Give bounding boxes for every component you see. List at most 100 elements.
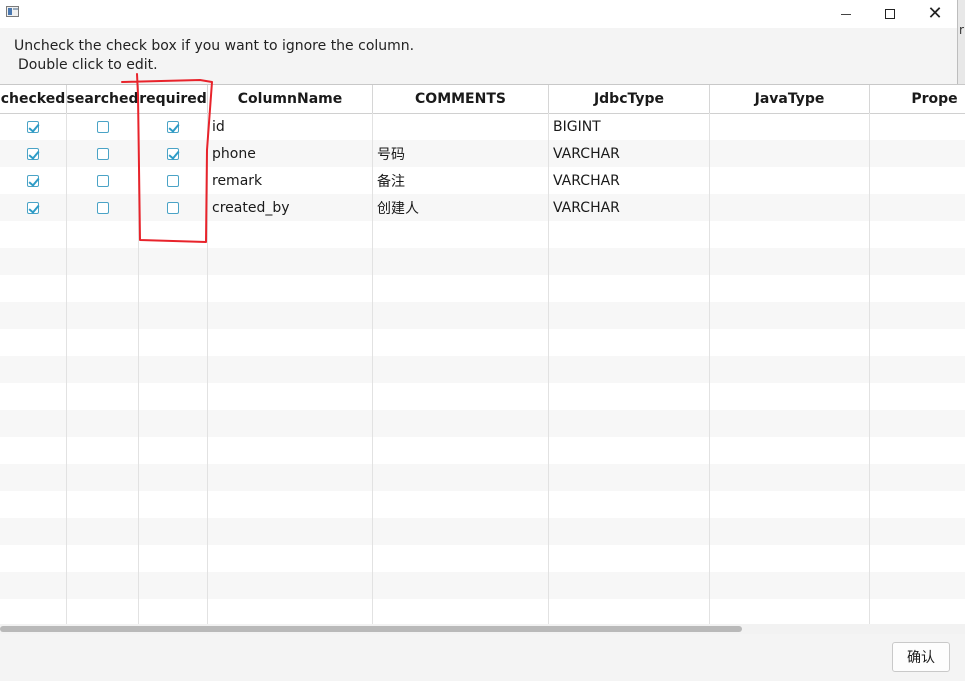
confirm-button[interactable]: 确认 (892, 642, 950, 672)
empty-table-row (0, 545, 965, 572)
cell-column-name[interactable]: id (208, 113, 373, 140)
instruction-line-1: Uncheck the check box if you want to ign… (14, 38, 415, 54)
cell-required (139, 437, 208, 464)
cell-java-type (710, 410, 870, 437)
empty-table-row (0, 383, 965, 410)
cell-column-name (208, 437, 373, 464)
header-jdbc-type[interactable]: JdbcType (549, 85, 710, 113)
required-checkbox[interactable] (167, 147, 179, 160)
cell-jdbc-type[interactable]: BIGINT (549, 113, 710, 140)
cell-column-name[interactable]: phone (208, 140, 373, 167)
cell-column-name[interactable]: remark (208, 167, 373, 194)
cell-java-type[interactable] (710, 167, 870, 194)
cell-column-name (208, 383, 373, 410)
empty-table-row (0, 464, 965, 491)
empty-table-row (0, 329, 965, 356)
cell-jdbc-type (549, 248, 710, 275)
cell-checked (0, 599, 67, 625)
cell-required (139, 221, 208, 248)
checked-checkbox[interactable] (27, 120, 39, 133)
header-checked[interactable]: checked (0, 85, 67, 113)
cell-required (139, 545, 208, 572)
cell-property (870, 221, 965, 248)
cell-checked (0, 221, 67, 248)
cell-comments[interactable]: 创建人 (373, 194, 549, 221)
cell-comments (373, 221, 549, 248)
cell-java-type[interactable] (710, 113, 870, 140)
checked-checkbox[interactable] (27, 174, 39, 187)
cell-java-type[interactable] (710, 140, 870, 167)
cell-comments (373, 329, 549, 356)
cell-jdbc-type[interactable]: VARCHAR (549, 167, 710, 194)
cell-jdbc-type[interactable]: VARCHAR (549, 194, 710, 221)
cell-searched[interactable] (67, 140, 139, 167)
table-row[interactable]: created_by 创建人 VARCHAR (0, 194, 965, 221)
cell-java-type[interactable] (710, 194, 870, 221)
checked-checkbox[interactable] (27, 147, 39, 160)
cell-column-name (208, 329, 373, 356)
cell-searched (67, 518, 139, 545)
maximize-icon (885, 9, 895, 19)
cell-comments[interactable]: 号码 (373, 140, 549, 167)
cell-property[interactable] (870, 194, 965, 221)
header-property[interactable]: Prope (870, 85, 965, 113)
scrollbar-thumb[interactable] (0, 626, 742, 632)
cell-jdbc-type (549, 275, 710, 302)
cell-searched[interactable] (67, 194, 139, 221)
cell-required[interactable] (139, 140, 208, 167)
cell-required (139, 329, 208, 356)
searched-checkbox[interactable] (96, 147, 109, 160)
cell-java-type (710, 329, 870, 356)
searched-checkbox[interactable] (96, 174, 109, 187)
cell-searched[interactable] (67, 167, 139, 194)
app-icon (6, 6, 19, 17)
cell-jdbc-type[interactable]: VARCHAR (549, 140, 710, 167)
cell-checked[interactable] (0, 167, 67, 194)
required-checkbox[interactable] (167, 201, 179, 214)
cell-jdbc-type (549, 410, 710, 437)
searched-checkbox[interactable] (96, 201, 109, 214)
cell-comments[interactable]: 备注 (373, 167, 549, 194)
cell-property[interactable] (870, 167, 965, 194)
header-required[interactable]: required (139, 85, 208, 113)
required-checkbox[interactable] (167, 174, 179, 187)
cell-searched (67, 572, 139, 599)
cell-required[interactable] (139, 194, 208, 221)
close-button[interactable]: ✕ (912, 0, 958, 28)
cell-column-name[interactable]: created_by (208, 194, 373, 221)
cell-required (139, 599, 208, 625)
minimize-button[interactable] (823, 0, 869, 28)
cell-checked[interactable] (0, 113, 67, 140)
cell-property[interactable] (870, 140, 965, 167)
maximize-button[interactable] (867, 0, 913, 28)
table-row[interactable]: phone 号码 VARCHAR (0, 140, 965, 167)
cell-comments[interactable] (373, 113, 549, 140)
cell-property (870, 599, 965, 625)
table-row[interactable]: id BIGINT (0, 113, 965, 140)
cell-jdbc-type (549, 437, 710, 464)
cell-property[interactable] (870, 113, 965, 140)
cell-java-type (710, 437, 870, 464)
cell-searched (67, 464, 139, 491)
header-searched[interactable]: searched (67, 85, 139, 113)
columns-table: checked searched required ColumnName COM… (0, 84, 965, 625)
cell-comments (373, 248, 549, 275)
searched-checkbox[interactable] (96, 120, 109, 133)
cell-checked[interactable] (0, 140, 67, 167)
header-column-name[interactable]: ColumnName (208, 85, 373, 113)
horizontal-scrollbar[interactable] (0, 624, 965, 634)
cell-required[interactable] (139, 167, 208, 194)
table-row[interactable]: remark 备注 VARCHAR (0, 167, 965, 194)
cell-required[interactable] (139, 113, 208, 140)
empty-table-row (0, 302, 965, 329)
cell-jdbc-type (549, 518, 710, 545)
required-checkbox[interactable] (167, 120, 179, 133)
cell-checked[interactable] (0, 194, 67, 221)
cell-searched[interactable] (67, 113, 139, 140)
cell-comments (373, 599, 549, 625)
header-java-type[interactable]: JavaType (710, 85, 870, 113)
cell-checked (0, 329, 67, 356)
header-comments[interactable]: COMMENTS (373, 85, 549, 113)
cell-jdbc-type (549, 545, 710, 572)
checked-checkbox[interactable] (27, 201, 39, 214)
